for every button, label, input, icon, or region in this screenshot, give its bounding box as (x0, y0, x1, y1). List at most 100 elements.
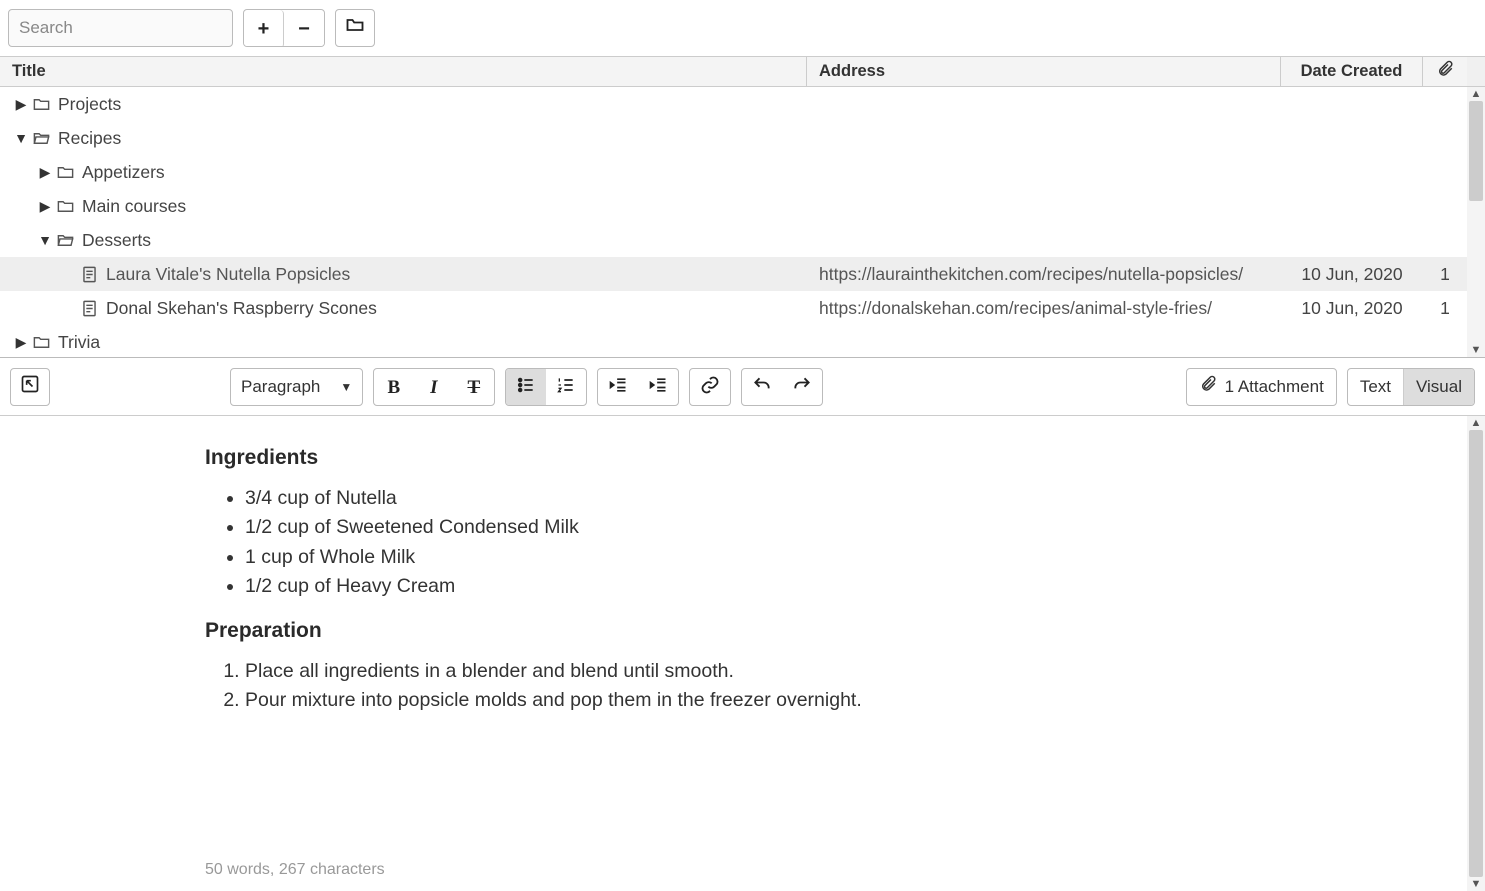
italic-button[interactable]: I (414, 369, 454, 406)
view-mode-toggle: Text Visual (1347, 368, 1475, 406)
outdent-icon (608, 375, 628, 401)
numbered-list-icon (556, 375, 576, 401)
caret-down-icon[interactable]: ▼ (12, 130, 30, 146)
link-group (689, 368, 731, 406)
cell-title: ▶Laura Vitale's Nutella Popsicles (0, 257, 807, 291)
table-row[interactable]: ▶ Main courses (0, 189, 1467, 223)
ingredient-item: 3/4 cup of Nutella (245, 484, 1467, 513)
step-item: Pour mixture into popsicle molds and pop… (245, 686, 1467, 715)
ingredient-item: 1 cup of Whole Milk (245, 543, 1467, 572)
editor-toolbar: Paragraph ▼ B I T (0, 358, 1485, 416)
scroll-down-icon[interactable]: ▼ (1471, 343, 1482, 357)
redo-button[interactable] (782, 369, 822, 406)
scroll-thumb[interactable] (1469, 101, 1483, 201)
header-attachment[interactable] (1423, 57, 1467, 86)
cell-attachment-count (1423, 121, 1467, 155)
heading-ingredients: Ingredients (205, 446, 1467, 470)
table-row[interactable]: ▶Laura Vitale's Nutella Popsicleshttps:/… (0, 257, 1467, 291)
table-row[interactable]: ▶Projects (0, 87, 1467, 121)
caret-right-icon[interactable]: ▶ (36, 198, 54, 215)
cell-address (807, 189, 1281, 223)
top-toolbar: + − (0, 0, 1485, 56)
cell-attachment-count: 1 (1423, 257, 1467, 291)
text-format-group: B I T (373, 368, 495, 406)
cell-address: https://laurainthekitchen.com/recipes/nu… (807, 257, 1281, 291)
page-icon (78, 265, 100, 284)
ingredient-item: 1/2 cup of Heavy Cream (245, 572, 1467, 601)
expand-arrow-icon (20, 374, 40, 400)
row-label: Trivia (58, 332, 100, 353)
expand-editor-button[interactable] (10, 368, 50, 406)
paperclip-icon (1199, 375, 1217, 398)
cell-title: ▶Projects (0, 87, 807, 121)
redo-icon (792, 375, 812, 401)
attachments-button[interactable]: 1 Attachment (1186, 368, 1337, 406)
editor-area: Ingredients 3/4 cup of Nutella1/2 cup of… (0, 416, 1485, 891)
scroll-up-icon[interactable]: ▲ (1471, 87, 1482, 101)
cell-date (1281, 189, 1423, 223)
items-table: Title Address Date Created ▶Projects▼Rec… (0, 56, 1485, 358)
steps-list: Place all ingredients in a blender and b… (205, 657, 1467, 716)
outdent-button[interactable] (598, 369, 638, 406)
caret-right-icon[interactable]: ▶ (12, 96, 30, 113)
view-text-option[interactable]: Text (1348, 369, 1404, 405)
heading-preparation: Preparation (205, 619, 1467, 643)
vertical-scrollbar[interactable]: ▲ ▼ (1467, 87, 1485, 357)
indent-icon (648, 375, 668, 401)
add-button[interactable]: + (244, 10, 284, 47)
bold-button[interactable]: B (374, 369, 414, 406)
cell-title: ▶Appetizers (0, 155, 807, 189)
remove-button[interactable]: − (284, 10, 324, 47)
editor-scrollbar[interactable]: ▲ ▼ (1467, 416, 1485, 891)
caret-down-icon[interactable]: ▼ (36, 232, 54, 248)
page-icon (78, 299, 100, 318)
paragraph-style-label: Paragraph (241, 377, 320, 397)
folder-icon (30, 333, 52, 352)
table-row[interactable]: ▼Desserts (0, 223, 1467, 257)
search-input[interactable] (8, 9, 233, 47)
cell-attachment-count (1423, 325, 1467, 357)
cell-date (1281, 87, 1423, 121)
row-label: Main courses (82, 196, 186, 217)
table-row[interactable]: ▶Donal Skehan's Raspberry Sconeshttps://… (0, 291, 1467, 325)
bullet-list-button[interactable] (506, 369, 546, 406)
folder-open-icon (54, 231, 76, 250)
cell-title: ▶Donal Skehan's Raspberry Scones (0, 291, 807, 325)
cell-address (807, 155, 1281, 189)
scroll-thumb[interactable] (1469, 430, 1483, 877)
undo-button[interactable] (742, 369, 782, 406)
caret-right-icon[interactable]: ▶ (36, 164, 54, 181)
strikethrough-button[interactable]: T (454, 369, 494, 406)
table-rows: ▶Projects▼Recipes▶Appetizers▶Main course… (0, 87, 1467, 357)
scroll-down-icon[interactable]: ▼ (1471, 877, 1482, 891)
link-button[interactable] (690, 369, 730, 406)
table-row[interactable]: ▼Recipes (0, 121, 1467, 155)
folder-icon (54, 197, 76, 216)
ingredients-list: 3/4 cup of Nutella1/2 cup of Sweetened C… (205, 484, 1467, 601)
cell-date (1281, 325, 1423, 357)
bullet-list-icon (516, 375, 536, 401)
folder-icon (54, 163, 76, 182)
header-title[interactable]: Title (0, 57, 807, 86)
cell-attachment-count: 1 (1423, 291, 1467, 325)
cell-title: ▶ Main courses (0, 189, 807, 223)
folder-open-icon (30, 129, 52, 148)
header-date[interactable]: Date Created (1281, 57, 1423, 86)
numbered-list-button[interactable] (546, 369, 586, 406)
folder-icon (345, 15, 365, 41)
indent-button[interactable] (638, 369, 678, 406)
editor-status: 50 words, 267 characters (205, 861, 385, 879)
paragraph-style-select[interactable]: Paragraph ▼ (230, 368, 363, 406)
header-address[interactable]: Address (807, 57, 1281, 86)
paperclip-icon (1436, 60, 1454, 83)
caret-right-icon[interactable]: ▶ (12, 334, 30, 351)
editor-content[interactable]: Ingredients 3/4 cup of Nutella1/2 cup of… (0, 416, 1467, 891)
folder-button[interactable] (335, 9, 375, 47)
undo-icon (752, 375, 772, 401)
table-row[interactable]: ▶ Trivia (0, 325, 1467, 357)
table-row[interactable]: ▶Appetizers (0, 155, 1467, 189)
cell-title: ▼Desserts (0, 223, 807, 257)
view-visual-option[interactable]: Visual (1404, 369, 1474, 405)
scroll-up-icon[interactable]: ▲ (1471, 416, 1482, 430)
cell-attachment-count (1423, 223, 1467, 257)
